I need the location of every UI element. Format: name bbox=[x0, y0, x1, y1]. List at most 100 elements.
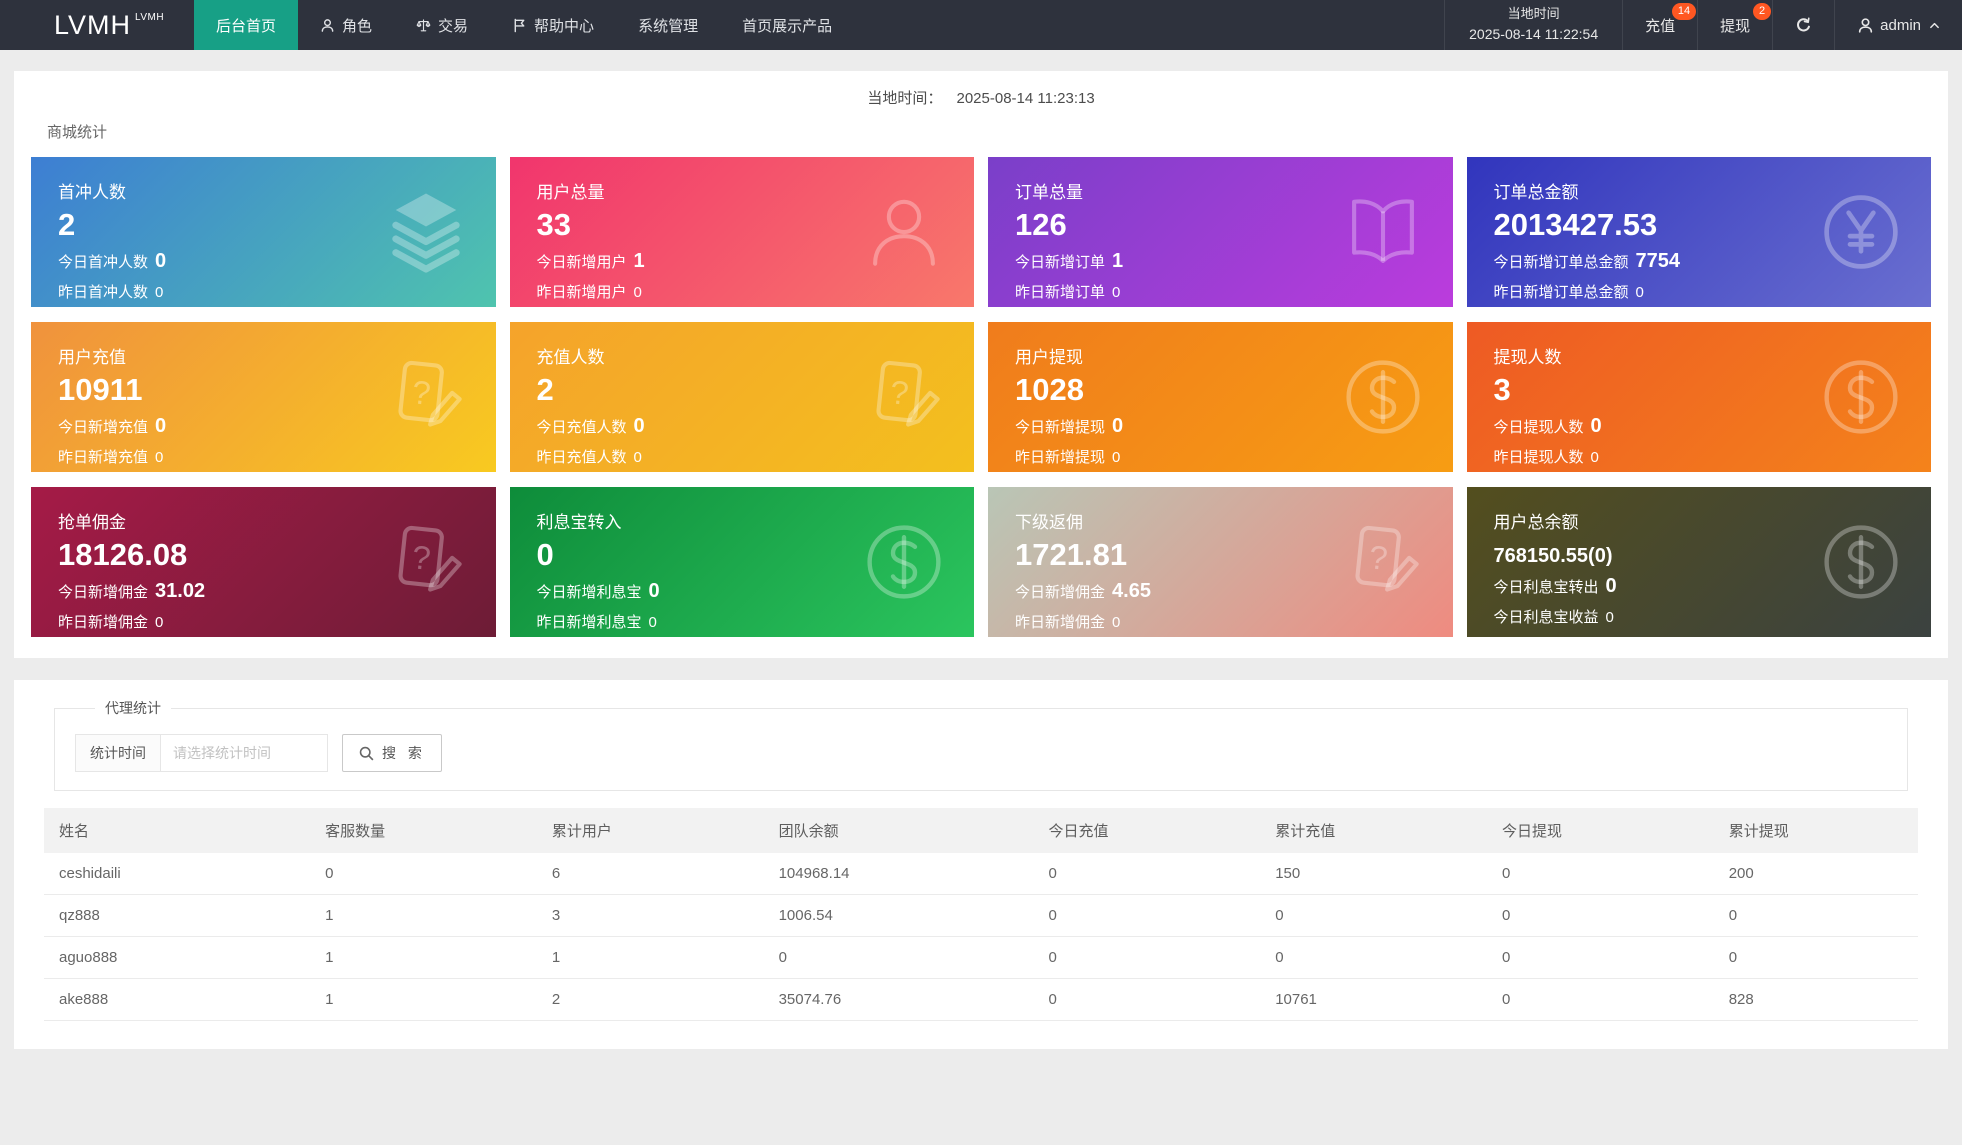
yesterday-value: 0 bbox=[1635, 284, 1644, 302]
today-label: 今日新增充值 bbox=[58, 419, 149, 437]
table-cell: 150 bbox=[1260, 853, 1487, 895]
panel-time: 当地时间： 2025-08-14 11:23:13 bbox=[14, 71, 1948, 108]
user-menu[interactable]: admin bbox=[1834, 0, 1962, 50]
nav-item-0[interactable]: 后台首页 bbox=[194, 0, 299, 50]
yen-icon bbox=[1817, 188, 1905, 276]
today-label: 今日提现人数 bbox=[1493, 419, 1584, 437]
stat-card-title: 用户提现 bbox=[1015, 348, 1083, 367]
yesterday-value: 0 bbox=[633, 284, 642, 302]
refresh-button[interactable] bbox=[1772, 0, 1834, 50]
today-label: 今日首冲人数 bbox=[58, 254, 149, 272]
stat-card-title: 下级返佣 bbox=[1015, 513, 1083, 532]
stat-card-line-yesterday: 昨日充值人数 0 bbox=[537, 446, 865, 467]
nav-item-5[interactable]: 首页展示产品 bbox=[720, 0, 854, 50]
stat-card-value: 1028 bbox=[1015, 372, 1084, 407]
stat-card-line-today: 今日新增充值 0 bbox=[58, 415, 386, 438]
dollar-icon bbox=[860, 518, 948, 606]
stat-card-2: 订单总量 126 今日新增订单 1 昨日新增订单 0 bbox=[988, 157, 1453, 307]
nav-item-4[interactable]: 系统管理 bbox=[616, 0, 720, 50]
stat-card-line-today: 今日新增佣金 31.02 bbox=[58, 580, 386, 603]
today-label: 今日利息宝转出 bbox=[1493, 579, 1599, 596]
yesterday-label: 昨日提现人数 bbox=[1493, 449, 1584, 467]
person-icon bbox=[1857, 17, 1874, 34]
stat-card-value: 126 bbox=[1015, 207, 1067, 242]
stat-card-title: 利息宝转入 bbox=[536, 513, 622, 532]
yesterday-label: 昨日新增佣金 bbox=[58, 614, 149, 632]
withdraw-button[interactable]: 提现 2 bbox=[1697, 0, 1772, 50]
withdraw-label: 提现 bbox=[1720, 17, 1751, 35]
nav-item-label: 交易 bbox=[438, 17, 469, 35]
today-label: 今日充值人数 bbox=[536, 419, 627, 437]
doc-edit-icon bbox=[382, 518, 470, 606]
nav-item-3[interactable]: 帮助中心 bbox=[490, 0, 616, 50]
table-cell: 0 bbox=[1486, 894, 1714, 937]
stat-card-value: 2 bbox=[536, 372, 554, 407]
table-cell: 0 bbox=[1713, 936, 1918, 979]
nav-item-2[interactable]: 交易 bbox=[394, 0, 490, 50]
recharge-button[interactable]: 充值 14 bbox=[1622, 0, 1697, 50]
today-label: 今日新增订单 bbox=[1015, 254, 1106, 272]
search-button-label: 搜 索 bbox=[382, 745, 426, 761]
table-cell: 0 bbox=[310, 853, 537, 895]
today-value: 0 bbox=[1590, 415, 1602, 438]
table-cell: 0 bbox=[1033, 853, 1261, 895]
nav-item-label: 首页展示产品 bbox=[742, 17, 833, 35]
yesterday-value: 0 bbox=[1112, 449, 1121, 467]
today-value: 0 bbox=[1605, 575, 1617, 597]
table-header-row: 姓名 客服数量 累计用户 团队余额 今日充值 累计充值 今日提现 累计提现 bbox=[44, 808, 1918, 853]
stat-card-line-today: 今日利息宝转出 0 bbox=[1494, 575, 1822, 598]
stat-card-5: 充值人数 2 今日充值人数 0 昨日充值人数 0 bbox=[509, 322, 974, 472]
yesterday-label: 今日利息宝收益 bbox=[1493, 609, 1599, 626]
yesterday-label: 昨日首冲人数 bbox=[58, 284, 149, 302]
stat-card-line-yesterday: 昨日新增佣金 0 bbox=[58, 611, 386, 632]
refresh-icon bbox=[1795, 17, 1812, 34]
recharge-badge: 14 bbox=[1671, 3, 1697, 20]
table-cell: 10761 bbox=[1260, 978, 1487, 1021]
stat-card-11: 用户总余额 768150.55(0) 今日利息宝转出 0 今日利息宝收益 0 bbox=[1466, 487, 1931, 637]
dollar-icon bbox=[1817, 518, 1905, 606]
stat-card-value: 768150.55(0) bbox=[1493, 545, 1613, 567]
stat-card-value: 18126.08 bbox=[58, 537, 188, 572]
table-cell: 0 bbox=[1486, 853, 1714, 895]
stat-card-4: 用户充值 10911 今日新增充值 0 昨日新增充值 0 bbox=[31, 322, 496, 472]
agent-panel: 代理统计 统计时间 搜 索 姓名客服数量累计用户团队余额今日充值累计充值今日提现… bbox=[14, 680, 1948, 1049]
column-header: 累计充值 bbox=[1260, 808, 1487, 853]
filter-row: 统计时间 搜 索 bbox=[75, 734, 1887, 772]
person-icon bbox=[320, 18, 335, 33]
yesterday-value: 0 bbox=[1112, 614, 1121, 632]
table-cell: 0 bbox=[763, 936, 1034, 979]
stat-card-title: 用户总量 bbox=[536, 183, 605, 202]
today-label: 今日新增用户 bbox=[536, 254, 627, 272]
today-label: 今日新增订单总金额 bbox=[1493, 254, 1629, 272]
stat-card-line-yesterday: 昨日首冲人数 0 bbox=[58, 281, 386, 302]
table-cell: 1 bbox=[310, 978, 537, 1021]
table-row: aguo888 1 1 0 0 0 0 0 bbox=[44, 936, 1918, 979]
table-cell: 0 bbox=[1486, 936, 1714, 979]
stats-cards: 首冲人数 2 今日首冲人数 0 昨日首冲人数 0 用户总量 33 今日新增用户 1 昨日新增用户 0 订… bbox=[14, 142, 1948, 637]
today-value: 0 bbox=[648, 580, 660, 603]
stat-card-line-yesterday: 昨日提现人数 0 bbox=[1494, 446, 1822, 467]
yesterday-value: 0 bbox=[155, 614, 164, 632]
today-label: 今日新增佣金 bbox=[1015, 584, 1106, 602]
stat-card-title: 订单总量 bbox=[1015, 183, 1083, 202]
panel-time-label: 当地时间： bbox=[867, 90, 943, 107]
stat-card-line-today: 今日新增订单 1 bbox=[1015, 250, 1343, 273]
local-time-block: 当地时间 2025-08-14 11:22:54 bbox=[1444, 0, 1622, 50]
nav-right: 当地时间 2025-08-14 11:22:54 充值 14 提现 2 admi… bbox=[1444, 0, 1962, 50]
stat-card-line-yesterday: 今日利息宝收益 0 bbox=[1494, 606, 1822, 627]
table-cell: 0 bbox=[1713, 894, 1918, 937]
agent-fieldset: 代理统计 统计时间 搜 索 bbox=[54, 698, 1908, 791]
date-range-input[interactable] bbox=[160, 734, 328, 772]
nav-item-1[interactable]: 角色 bbox=[298, 0, 394, 50]
stat-card-title: 充值人数 bbox=[536, 348, 605, 367]
table-cell: ceshidaili bbox=[44, 853, 311, 895]
table-cell: 0 bbox=[1033, 936, 1261, 979]
table-cell: 200 bbox=[1713, 853, 1918, 895]
nav-menu: 后台首页 角色 交易 帮助中心 系统管理 首页展示产品 bbox=[194, 0, 854, 50]
stat-card-title: 抢单佣金 bbox=[58, 513, 126, 532]
today-value: 1 bbox=[1112, 250, 1124, 273]
yesterday-value: 0 bbox=[633, 449, 642, 467]
stat-card-line-today: 今日新增提现 0 bbox=[1015, 415, 1343, 438]
yesterday-label: 昨日新增订单总金额 bbox=[1493, 284, 1629, 302]
search-button[interactable]: 搜 索 bbox=[342, 734, 442, 772]
